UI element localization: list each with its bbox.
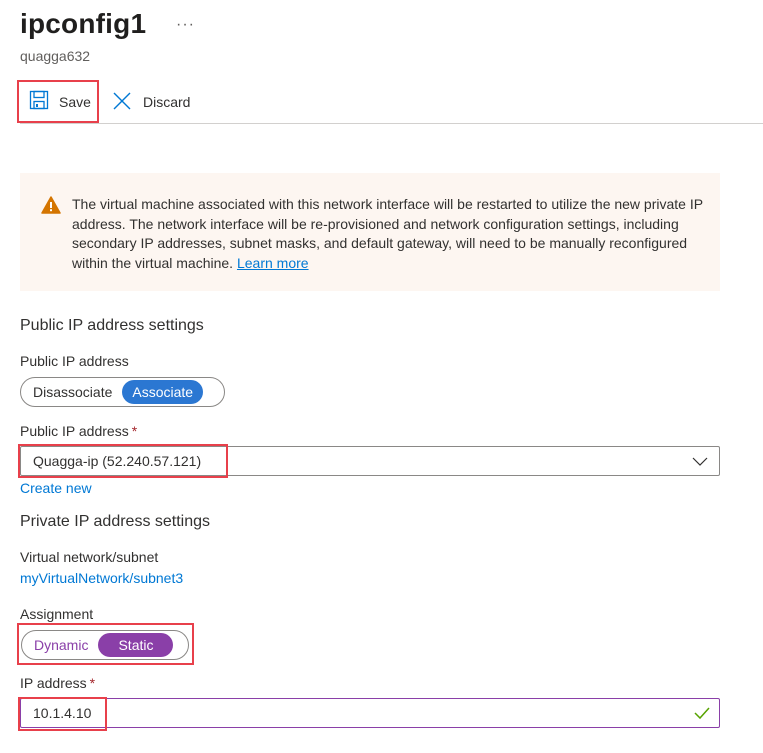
ip-address-input[interactable]: 10.1.4.10 bbox=[20, 698, 720, 728]
static-option[interactable]: Static bbox=[98, 633, 174, 657]
toolbar-divider bbox=[20, 123, 763, 124]
warning-icon bbox=[41, 196, 61, 220]
public-ip-toggle[interactable]: Disassociate Associate bbox=[20, 377, 225, 407]
discard-label: Discard bbox=[143, 94, 191, 110]
discard-button[interactable]: Discard bbox=[112, 82, 190, 122]
required-marker: * bbox=[89, 675, 96, 691]
vnet-link[interactable]: myVirtualNetwork/subnet3 bbox=[20, 570, 183, 586]
ip-address-label: IP address * bbox=[20, 675, 95, 691]
checkmark-icon bbox=[693, 705, 711, 724]
ip-address-value: 10.1.4.10 bbox=[33, 705, 92, 721]
learn-more-link[interactable]: Learn more bbox=[237, 255, 309, 271]
chevron-down-icon bbox=[691, 453, 709, 472]
vnet-label: Virtual network/subnet bbox=[20, 549, 159, 565]
save-icon bbox=[29, 90, 49, 113]
save-button[interactable]: Save bbox=[17, 80, 99, 123]
required-marker: * bbox=[131, 423, 138, 439]
dynamic-option[interactable]: Dynamic bbox=[24, 633, 98, 657]
public-ip-section-title: Public IP address settings bbox=[20, 317, 204, 334]
create-new-link[interactable]: Create new bbox=[20, 480, 92, 496]
private-ip-section-title: Private IP address settings bbox=[20, 513, 211, 530]
public-ip-dropdown-label-text: Public IP address bbox=[20, 423, 129, 439]
assignment-toggle[interactable]: Dynamic Static bbox=[21, 630, 189, 660]
public-ip-dropdown-label: Public IP address * bbox=[20, 423, 137, 439]
save-label: Save bbox=[59, 93, 91, 110]
public-ip-dropdown-value: Quagga-ip (52.240.57.121) bbox=[33, 453, 202, 469]
disassociate-option[interactable]: Disassociate bbox=[23, 380, 122, 404]
public-ip-dropdown[interactable]: Quagga-ip (52.240.57.121) bbox=[20, 446, 720, 476]
close-icon bbox=[112, 91, 132, 114]
assignment-label: Assignment bbox=[20, 606, 94, 622]
more-options-button[interactable]: ··· bbox=[176, 16, 195, 34]
warning-banner: The virtual machine associated with this… bbox=[20, 173, 720, 291]
associate-option[interactable]: Associate bbox=[122, 380, 204, 404]
page-title: ipconfig1 bbox=[20, 8, 147, 39]
warning-text: The virtual machine associated with this… bbox=[72, 196, 703, 271]
page-subtitle: quagga632 bbox=[20, 48, 91, 64]
ip-address-label-text: IP address bbox=[20, 675, 87, 691]
public-ip-toggle-label: Public IP address bbox=[20, 353, 129, 369]
